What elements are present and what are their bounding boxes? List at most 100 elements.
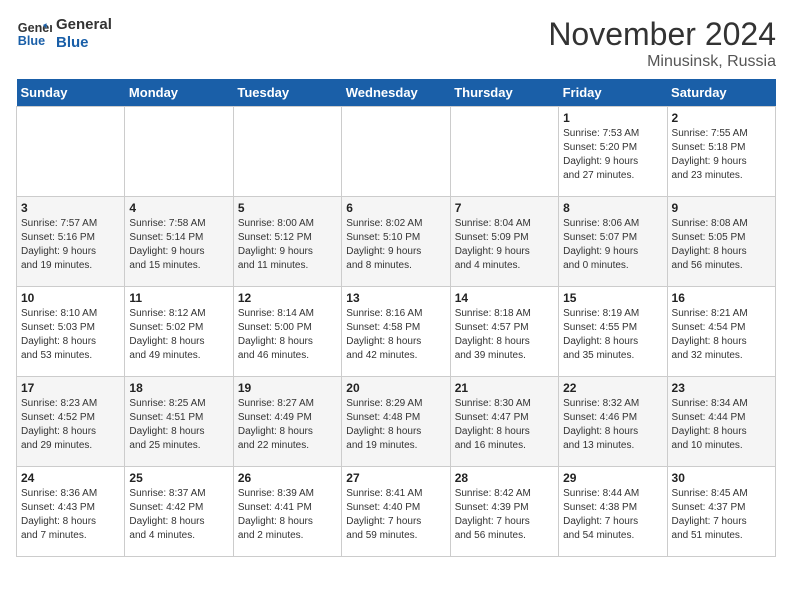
- calendar-cell: [125, 107, 233, 197]
- calendar-cell: 3 Sunrise: 7:57 AM Sunset: 5:16 PM Daylig…: [17, 197, 125, 287]
- day-number: 3: [21, 201, 120, 215]
- day-number: 10: [21, 291, 120, 305]
- header-friday: Friday: [559, 79, 667, 107]
- cell-content: Sunrise: 8:30 AM Sunset: 4:47 PM Dayligh…: [455, 397, 554, 453]
- calendar-cell: 13 Sunrise: 8:16 AM Sunset: 4:58 PM Dayli…: [342, 287, 450, 377]
- cell-content: Sunrise: 8:00 AM Sunset: 5:12 PM Dayligh…: [238, 217, 337, 273]
- cell-content: Sunrise: 8:39 AM Sunset: 4:41 PM Dayligh…: [238, 487, 337, 543]
- cell-content: Sunrise: 8:45 AM Sunset: 4:37 PM Dayligh…: [672, 487, 771, 543]
- day-number: 25: [129, 471, 228, 485]
- logo-line1: General: [56, 16, 112, 34]
- calendar-cell: 7 Sunrise: 8:04 AM Sunset: 5:09 PM Daylig…: [450, 197, 558, 287]
- calendar-cell: 9 Sunrise: 8:08 AM Sunset: 5:05 PM Daylig…: [667, 197, 775, 287]
- day-number: 23: [672, 381, 771, 395]
- cell-content: Sunrise: 7:55 AM Sunset: 5:18 PM Dayligh…: [672, 127, 771, 183]
- header-tuesday: Tuesday: [233, 79, 341, 107]
- day-number: 5: [238, 201, 337, 215]
- day-number: 7: [455, 201, 554, 215]
- svg-text:Blue: Blue: [18, 34, 45, 48]
- calendar-cell: 2 Sunrise: 7:55 AM Sunset: 5:18 PM Daylig…: [667, 107, 775, 197]
- calendar-cell: 17 Sunrise: 8:23 AM Sunset: 4:52 PM Dayli…: [17, 377, 125, 467]
- cell-content: Sunrise: 8:06 AM Sunset: 5:07 PM Dayligh…: [563, 217, 662, 273]
- week-row-4: 24 Sunrise: 8:36 AM Sunset: 4:43 PM Dayli…: [17, 467, 776, 557]
- cell-content: Sunrise: 8:12 AM Sunset: 5:02 PM Dayligh…: [129, 307, 228, 363]
- cell-content: Sunrise: 8:02 AM Sunset: 5:10 PM Dayligh…: [346, 217, 445, 273]
- cell-content: Sunrise: 8:41 AM Sunset: 4:40 PM Dayligh…: [346, 487, 445, 543]
- day-number: 8: [563, 201, 662, 215]
- logo: General Blue General Blue: [16, 16, 112, 52]
- calendar-cell: 20Sunrise: 8:29 AM Sunset: 4:48 PM Dayli…: [342, 377, 450, 467]
- cell-content: Sunrise: 8:42 AM Sunset: 4:39 PM Dayligh…: [455, 487, 554, 543]
- logo-line2: Blue: [56, 34, 112, 52]
- day-number: 6: [346, 201, 445, 215]
- calendar-cell: [450, 107, 558, 197]
- calendar-cell: 26 Sunrise: 8:39 AM Sunset: 4:41 PM Dayli…: [233, 467, 341, 557]
- calendar-cell: 10 Sunrise: 8:10 AM Sunset: 5:03 PM Dayli…: [17, 287, 125, 377]
- week-row-2: 10 Sunrise: 8:10 AM Sunset: 5:03 PM Dayli…: [17, 287, 776, 377]
- calendar-cell: [342, 107, 450, 197]
- cell-content: Sunrise: 8:04 AM Sunset: 5:09 PM Dayligh…: [455, 217, 554, 273]
- day-number: 15: [563, 291, 662, 305]
- calendar-cell: [17, 107, 125, 197]
- cell-content: Sunrise: 8:08 AM Sunset: 5:05 PM Dayligh…: [672, 217, 771, 273]
- day-number: 17: [21, 381, 120, 395]
- cell-content: Sunrise: 7:58 AM Sunset: 5:14 PM Dayligh…: [129, 217, 228, 273]
- day-number: 28: [455, 471, 554, 485]
- calendar-cell: 5 Sunrise: 8:00 AM Sunset: 5:12 PM Daylig…: [233, 197, 341, 287]
- day-number: 19: [238, 381, 337, 395]
- day-number: 22: [563, 381, 662, 395]
- cell-content: Sunrise: 8:25 AM Sunset: 4:51 PM Dayligh…: [129, 397, 228, 453]
- day-number: 9: [672, 201, 771, 215]
- calendar-cell: 21Sunrise: 8:30 AM Sunset: 4:47 PM Dayli…: [450, 377, 558, 467]
- day-number: 13: [346, 291, 445, 305]
- day-number: 24: [21, 471, 120, 485]
- cell-content: Sunrise: 8:36 AM Sunset: 4:43 PM Dayligh…: [21, 487, 120, 543]
- logo-icon: General Blue: [16, 16, 52, 52]
- calendar-cell: 27Sunrise: 8:41 AM Sunset: 4:40 PM Dayli…: [342, 467, 450, 557]
- cell-content: Sunrise: 8:32 AM Sunset: 4:46 PM Dayligh…: [563, 397, 662, 453]
- day-number: 4: [129, 201, 228, 215]
- calendar-cell: 4 Sunrise: 7:58 AM Sunset: 5:14 PM Daylig…: [125, 197, 233, 287]
- month-title: November 2024: [548, 16, 776, 53]
- calendar-cell: 14Sunrise: 8:18 AM Sunset: 4:57 PM Dayli…: [450, 287, 558, 377]
- cell-content: Sunrise: 7:57 AM Sunset: 5:16 PM Dayligh…: [21, 217, 120, 273]
- header-wednesday: Wednesday: [342, 79, 450, 107]
- calendar-cell: 19Sunrise: 8:27 AM Sunset: 4:49 PM Dayli…: [233, 377, 341, 467]
- day-number: 18: [129, 381, 228, 395]
- header-monday: Monday: [125, 79, 233, 107]
- calendar-cell: 6 Sunrise: 8:02 AM Sunset: 5:10 PM Daylig…: [342, 197, 450, 287]
- calendar-cell: 29Sunrise: 8:44 AM Sunset: 4:38 PM Dayli…: [559, 467, 667, 557]
- day-number: 2: [672, 111, 771, 125]
- day-number: 16: [672, 291, 771, 305]
- calendar-cell: 18 Sunrise: 8:25 AM Sunset: 4:51 PM Dayli…: [125, 377, 233, 467]
- cell-content: Sunrise: 8:37 AM Sunset: 4:42 PM Dayligh…: [129, 487, 228, 543]
- cell-content: Sunrise: 8:16 AM Sunset: 4:58 PM Dayligh…: [346, 307, 445, 363]
- week-row-3: 17 Sunrise: 8:23 AM Sunset: 4:52 PM Dayli…: [17, 377, 776, 467]
- calendar-cell: 24 Sunrise: 8:36 AM Sunset: 4:43 PM Dayli…: [17, 467, 125, 557]
- day-number: 29: [563, 471, 662, 485]
- calendar-cell: 23 Sunrise: 8:34 AM Sunset: 4:44 PM Dayli…: [667, 377, 775, 467]
- cell-content: Sunrise: 8:21 AM Sunset: 4:54 PM Dayligh…: [672, 307, 771, 363]
- day-number: 30: [672, 471, 771, 485]
- calendar-cell: 28 Sunrise: 8:42 AM Sunset: 4:39 PM Dayli…: [450, 467, 558, 557]
- title-area: November 2024 Minusinsk, Russia: [548, 16, 776, 71]
- day-number: 20: [346, 381, 445, 395]
- calendar-cell: 16 Sunrise: 8:21 AM Sunset: 4:54 PM Dayli…: [667, 287, 775, 377]
- cell-content: Sunrise: 7:53 AM Sunset: 5:20 PM Dayligh…: [563, 127, 662, 183]
- calendar-cell: 22 Sunrise: 8:32 AM Sunset: 4:46 PM Dayli…: [559, 377, 667, 467]
- cell-content: Sunrise: 8:14 AM Sunset: 5:00 PM Dayligh…: [238, 307, 337, 363]
- calendar-cell: 11 Sunrise: 8:12 AM Sunset: 5:02 PM Dayli…: [125, 287, 233, 377]
- calendar-table: SundayMondayTuesdayWednesdayThursdayFrid…: [16, 79, 776, 557]
- day-number: 26: [238, 471, 337, 485]
- calendar-cell: 25 Sunrise: 8:37 AM Sunset: 4:42 PM Dayli…: [125, 467, 233, 557]
- location: Minusinsk, Russia: [548, 53, 776, 71]
- cell-content: Sunrise: 8:23 AM Sunset: 4:52 PM Dayligh…: [21, 397, 120, 453]
- cell-content: Sunrise: 8:34 AM Sunset: 4:44 PM Dayligh…: [672, 397, 771, 453]
- cell-content: Sunrise: 8:10 AM Sunset: 5:03 PM Dayligh…: [21, 307, 120, 363]
- calendar-cell: 8 Sunrise: 8:06 AM Sunset: 5:07 PM Daylig…: [559, 197, 667, 287]
- day-number: 1: [563, 111, 662, 125]
- day-number: 11: [129, 291, 228, 305]
- header: General Blue General Blue November 2024 …: [16, 16, 776, 71]
- calendar-cell: 15Sunrise: 8:19 AM Sunset: 4:55 PM Dayli…: [559, 287, 667, 377]
- header-sunday: Sunday: [17, 79, 125, 107]
